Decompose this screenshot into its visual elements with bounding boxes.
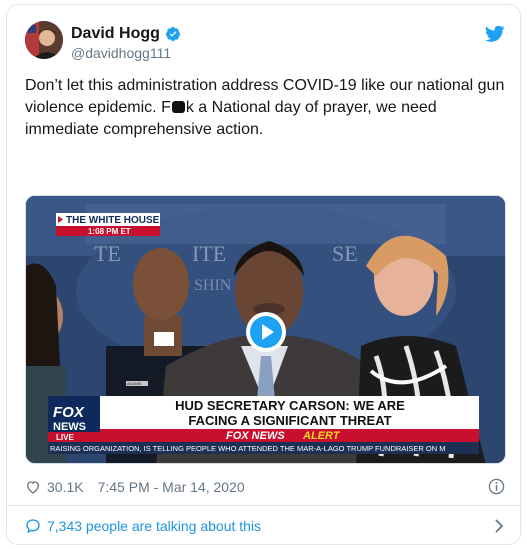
conversation-link[interactable]: 7,343 people are talking about this	[25, 515, 505, 537]
news-ticker: RAISING ORGANIZATION, IS TELLING PEOPLE …	[50, 444, 445, 453]
name-plate: ADAMS	[127, 381, 142, 386]
video-player[interactable]: TE ITE SE SHIN ADAMS THE WHITE HOUSE 1:0…	[25, 195, 506, 464]
fox-logo-2: NEWS	[53, 421, 86, 433]
bg-text-3: SE	[332, 241, 358, 266]
tweet-meta: 30.1K 7:45 PM - Mar 14, 2020	[25, 476, 505, 498]
avatar-image	[25, 21, 63, 59]
chevron-right-icon[interactable]	[493, 519, 505, 533]
twitter-bird-icon[interactable]	[485, 25, 505, 43]
bg-text-1: TE	[94, 241, 121, 266]
time-tag: 1:08 PM ET	[88, 227, 131, 236]
verified-badge-icon	[165, 27, 180, 41]
play-icon[interactable]	[245, 311, 287, 353]
bg-text-4: SHIN	[194, 277, 232, 294]
fox-logo-1: FOX	[53, 404, 85, 421]
avatar[interactable]	[25, 21, 63, 59]
timestamp[interactable]: 7:45 PM - Mar 14, 2020	[98, 479, 245, 495]
fox-logo-3: LIVE	[56, 433, 74, 442]
alert-brand: FOX NEWS	[226, 430, 285, 442]
author-name[interactable]: David Hogg	[71, 25, 160, 43]
tweet-header: David Hogg @davidhogg111	[25, 21, 505, 65]
like-count[interactable]: 30.1K	[47, 479, 84, 495]
info-icon[interactable]	[488, 478, 505, 495]
tweet-card: David Hogg @davidhogg111 Don’t let this …	[6, 4, 521, 545]
conversation-count[interactable]: 7,343 people are talking about this	[47, 518, 261, 534]
heart-icon[interactable]	[25, 479, 41, 495]
tweet-text: Don’t let this administration address CO…	[25, 75, 505, 141]
author-name-row: David Hogg	[71, 25, 181, 43]
lower-third-line2: FACING A SIGNIFICANT THREAT	[188, 413, 391, 428]
censor-mark	[171, 101, 185, 113]
author-handle[interactable]: @davidhogg111	[71, 45, 171, 61]
lower-third-line1: HUD SECRETARY CARSON: WE ARE	[175, 398, 405, 413]
alert-word: ALERT	[302, 430, 341, 442]
comment-bubble-icon	[26, 519, 40, 534]
bg-text-2: ITE	[192, 241, 226, 266]
location-tag: THE WHITE HOUSE	[66, 215, 160, 226]
divider	[7, 505, 520, 506]
